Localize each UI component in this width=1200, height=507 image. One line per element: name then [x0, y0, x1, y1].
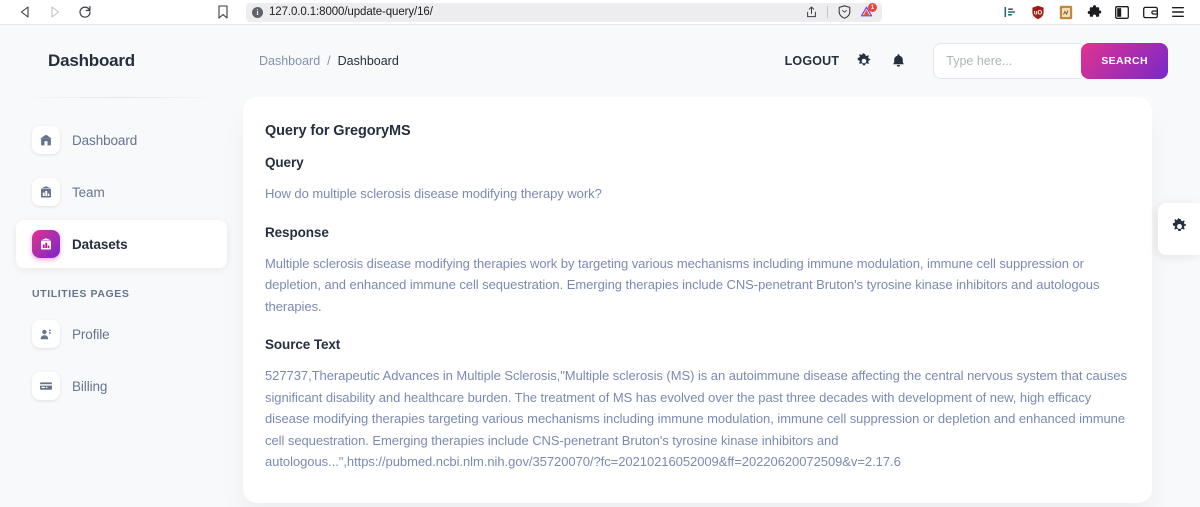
sidebar-item-label: Dashboard	[72, 132, 138, 148]
address-bar[interactable]: i 127.0.0.1:8000/update-query/16/ 1	[246, 2, 882, 22]
brave-shields-icon[interactable]	[837, 5, 851, 19]
bookmark-icon[interactable]	[214, 3, 232, 21]
sidebar-item-label: Datasets	[72, 236, 128, 252]
sidebar-item-dashboard[interactable]: Dashboard	[16, 116, 227, 164]
home-icon	[32, 126, 60, 154]
search-button[interactable]: SEARCH	[1081, 43, 1168, 79]
notification-badge: 1	[868, 3, 877, 12]
sidebar-brand-label: Dashboard	[48, 51, 135, 70]
sidebar-item-profile[interactable]: Profile	[16, 310, 227, 358]
toolbar-divider	[827, 6, 828, 18]
sidebar-item-label: Team	[72, 184, 105, 200]
address-bar-url: 127.0.0.1:8000/update-query/16/	[269, 6, 433, 18]
browser-menu-icon[interactable]	[1170, 4, 1186, 20]
office-chart-icon	[32, 178, 60, 206]
bell-icon[interactable]	[889, 52, 907, 70]
card-title: Query for GregoryMS	[265, 123, 411, 139]
browser-extensions-bar: uO	[1002, 4, 1192, 20]
query-heading: Query	[265, 155, 304, 170]
response-heading: Response	[265, 224, 329, 240]
datasets-chart-icon	[32, 230, 60, 258]
extensions-puzzle-icon[interactable]	[1086, 4, 1102, 20]
breadcrumb-current: Dashboard	[337, 54, 399, 68]
wallet-icon[interactable]	[1142, 4, 1158, 20]
split-view-icon[interactable]	[1114, 4, 1130, 20]
sidebar-item-label: Billing	[72, 378, 108, 394]
sidebar-item-billing[interactable]: Billing	[16, 362, 227, 410]
topbar: Dashboard / Dashboard LOGOUT Type here..…	[243, 25, 1176, 97]
query-text: How do multiple sclerosis disease modify…	[265, 186, 602, 201]
reload-icon[interactable]	[76, 3, 94, 21]
source-text: 527737,Therapeutic Advances in Multiple …	[265, 368, 1127, 469]
main-content: Dashboard / Dashboard LOGOUT Type here..…	[243, 25, 1200, 507]
address-bar-actions: 1	[804, 3, 877, 19]
sidebar-item-label: Profile	[72, 326, 110, 342]
brave-rewards-icon[interactable]: 1	[860, 3, 877, 19]
search-input[interactable]	[933, 43, 1082, 79]
credit-card-icon	[32, 372, 60, 400]
sidebar-item-datasets[interactable]: Datasets	[16, 220, 227, 268]
fixed-plugin-settings-button[interactable]	[1158, 203, 1200, 255]
browser-toolbar: i 127.0.0.1:8000/update-query/16/ 1 uO	[0, 0, 1200, 25]
breadcrumb: Dashboard / Dashboard	[259, 54, 399, 68]
sidebar-toggle-icon[interactable]	[1002, 4, 1018, 20]
response-text: Multiple sclerosis disease modifying the…	[265, 255, 1100, 314]
search-group: SEARCH	[933, 43, 1168, 79]
sidebar: Dashboard Dashboard Team Datasets UTILIT…	[0, 25, 243, 507]
site-info-icon[interactable]: i	[252, 6, 263, 18]
breadcrumb-separator: /	[327, 54, 331, 68]
profile-person-icon	[32, 320, 60, 348]
sidebar-brand[interactable]: Dashboard	[16, 25, 227, 97]
sidebar-divider	[24, 97, 219, 98]
sidebar-utility-nav: Profile Billing	[16, 310, 227, 410]
sidebar-item-team[interactable]: Team	[16, 168, 227, 216]
svg-text:uO: uO	[1034, 10, 1043, 16]
app-shell: Dashboard Dashboard Team Datasets UTILIT…	[0, 25, 1200, 507]
logout-button[interactable]: LOGOUT	[785, 54, 840, 68]
gear-icon	[1171, 217, 1188, 240]
notes-extension-icon[interactable]	[1058, 4, 1074, 20]
topbar-actions: LOGOUT SEARCH	[785, 43, 1168, 79]
sidebar-section-title: UTILITIES PAGES	[32, 288, 130, 300]
browser-nav-buttons	[8, 3, 94, 21]
gear-icon[interactable]	[855, 52, 873, 70]
query-detail-card: Query for GregoryMS Query How do multipl…	[243, 97, 1152, 503]
ublock-origin-icon[interactable]: uO	[1030, 4, 1046, 20]
source-text-heading: Source Text	[265, 337, 341, 352]
back-icon[interactable]	[16, 3, 34, 21]
breadcrumb-parent[interactable]: Dashboard	[259, 54, 320, 68]
share-icon[interactable]	[804, 5, 818, 19]
sidebar-nav: Dashboard Team Datasets	[16, 116, 227, 268]
forward-icon[interactable]	[46, 3, 64, 21]
